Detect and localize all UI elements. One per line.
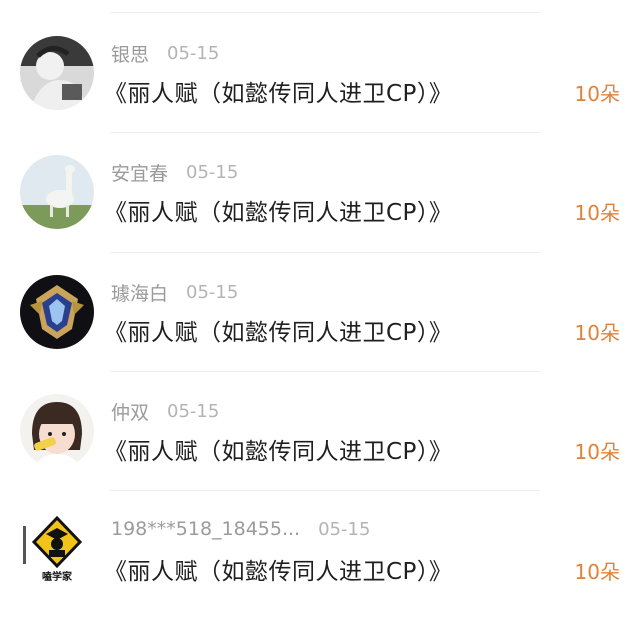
avatar[interactable] xyxy=(20,275,94,349)
book-title[interactable]: 《丽人赋（如懿传同人进卫CP）》 xyxy=(104,74,452,108)
timestamp: 05-15 xyxy=(167,42,220,64)
timestamp: 05-15 xyxy=(186,161,239,183)
gift-count: 10朵 xyxy=(574,440,620,464)
gift-count: 10朵 xyxy=(574,82,620,106)
book-title[interactable]: 《丽人赋（如懿传同人进卫CP）》 xyxy=(104,193,452,227)
list-item[interactable]: 银思 05-15 《丽人赋（如懿传同人进卫CP）》 10朵 xyxy=(0,36,640,154)
avatar[interactable]: 嗑学家 xyxy=(20,512,94,586)
gift-count: 10朵 xyxy=(574,321,620,345)
username: 仲双 xyxy=(111,401,150,424)
avatar-photo-icon xyxy=(20,36,94,110)
avatar[interactable] xyxy=(20,394,94,468)
logo-text: 嗑学家 xyxy=(42,572,72,583)
timestamp: 05-15 xyxy=(186,281,239,303)
list-item[interactable]: 嗑学家 198***518_18455... 05-15 《丽人赋（如懿传同人进… xyxy=(0,512,640,632)
username: 璩海白 xyxy=(111,282,169,305)
game-emblem-icon xyxy=(20,275,94,349)
gift-count: 10朵 xyxy=(574,201,620,225)
alpaca-icon xyxy=(20,155,94,229)
timestamp: 05-15 xyxy=(167,400,220,422)
list-divider xyxy=(110,371,540,372)
list-divider xyxy=(110,132,540,133)
list-divider xyxy=(110,490,540,491)
list-item[interactable]: 安宜春 05-15 《丽人赋（如懿传同人进卫CP）》 10朵 xyxy=(0,155,640,273)
username: 银思 xyxy=(111,43,150,66)
list-divider xyxy=(110,252,540,253)
list-divider xyxy=(110,12,540,13)
list-item[interactable]: 仲双 05-15 《丽人赋（如懿传同人进卫CP）》 10朵 xyxy=(0,394,640,512)
timestamp: 05-15 xyxy=(318,518,371,540)
book-title[interactable]: 《丽人赋（如懿传同人进卫CP）》 xyxy=(104,313,452,347)
book-title[interactable]: 《丽人赋（如懿传同人进卫CP）》 xyxy=(104,552,452,586)
list-item[interactable]: 璩海白 05-15 《丽人赋（如懿传同人进卫CP）》 10朵 xyxy=(0,275,640,393)
book-title[interactable]: 《丽人赋（如懿传同人进卫CP）》 xyxy=(104,432,452,466)
gift-count: 10朵 xyxy=(574,560,620,584)
avatar[interactable] xyxy=(20,155,94,229)
avatar[interactable] xyxy=(20,36,94,110)
username: 安宜春 xyxy=(111,162,169,185)
username: 198***518_18455... xyxy=(111,518,301,540)
child-photo-icon xyxy=(20,394,94,468)
